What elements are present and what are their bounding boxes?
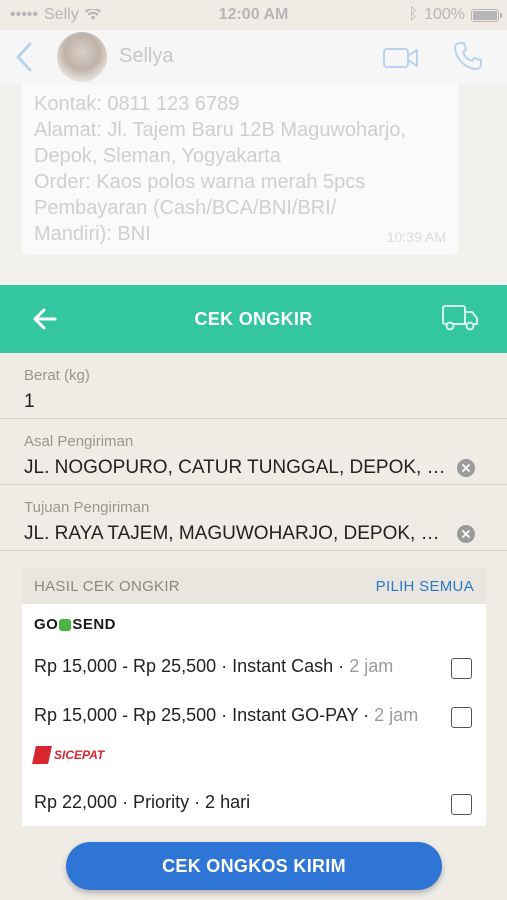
clear-origin-button[interactable] — [457, 459, 475, 477]
results-card: HASIL CEK ONGKIR PILIH SEMUA GO SEND Rp 1… — [22, 568, 486, 826]
option-checkbox[interactable] — [451, 794, 472, 815]
back-chevron-icon[interactable] — [12, 40, 36, 74]
toolbar-title: CEK ONGKIR — [194, 309, 313, 329]
bluetooth-icon: ᛒ — [408, 6, 419, 23]
status-bar: ••••• Selly 12:00 AM ᛒ 100% — [0, 0, 507, 30]
option-checkbox[interactable] — [451, 707, 472, 728]
truck-icon[interactable] — [441, 303, 479, 333]
select-all-link[interactable]: PILIH SEMUA — [376, 578, 474, 595]
close-icon — [462, 530, 470, 538]
message-bubble: Kontak: 0811 123 6789 Alamat: Jl. Tajem … — [22, 85, 458, 255]
cek-ongkos-kirim-button[interactable]: CEK ONGKOS KIRIM — [66, 842, 442, 890]
close-icon — [462, 464, 470, 472]
message-time: 10:39 AM — [386, 229, 446, 245]
phone-call-icon[interactable] — [452, 40, 484, 72]
message-line: Kontak: 0811 123 6789 — [34, 93, 240, 115]
message-line: Pembayaran (Cash/BCA/BNI/BRI/ — [34, 197, 337, 219]
results-title: HASIL CEK ONGKIR — [34, 577, 180, 595]
chat-area: Kontak: 0811 123 6789 Alamat: Jl. Tajem … — [0, 85, 507, 285]
battery-percent: 100% — [424, 6, 465, 23]
clear-destination-button[interactable] — [457, 525, 475, 543]
destination-field[interactable]: Tujuan Pengiriman JL. RAYA TAJEM, MAGUWO… — [0, 485, 507, 551]
shipping-option[interactable]: Rp 15,000 - Rp 25,500 · Instant Cash · 2… — [22, 642, 486, 691]
weight-field[interactable]: Berat (kg) 1 — [0, 353, 507, 419]
message-line: Depok, Sleman, Yogyakarta — [34, 145, 281, 167]
option-label: Rp 15,000 - Rp 25,500 · Instant GO-PAY ·… — [34, 705, 419, 725]
message-line: Alamat: Jl. Tajem Baru 12B Maguwoharjo, — [34, 119, 407, 141]
destination-input[interactable]: JL. RAYA TAJEM, MAGUWOHARJO, DEPOK, K... — [24, 523, 449, 545]
option-label: Rp 22,000 · Priority · 2 hari — [34, 792, 251, 812]
origin-label: Asal Pengiriman — [24, 433, 134, 450]
contact-name[interactable]: Sellya — [119, 45, 173, 68]
weight-label: Berat (kg) — [24, 367, 90, 384]
video-call-icon[interactable] — [383, 46, 419, 70]
sicepat-logo: SICEPAT — [32, 746, 104, 764]
shipping-form: Berat (kg) 1 Asal Pengiriman JL. NOGOPUR… — [0, 353, 507, 551]
message-line: Order: Kaos polos warna merah 5pcs — [34, 171, 366, 193]
origin-input[interactable]: JL. NOGOPURO, CATUR TUNGGAL, DEPOK, K... — [24, 457, 449, 479]
battery-icon — [471, 8, 502, 22]
option-checkbox[interactable] — [451, 658, 472, 679]
chat-header: Sellya — [0, 30, 507, 85]
shipping-option[interactable]: Rp 15,000 - Rp 25,500 · Instant GO-PAY ·… — [22, 691, 486, 740]
shipping-option[interactable]: Rp 22,000 · Priority · 2 hari — [22, 778, 486, 827]
cek-ongkir-toolbar: CEK ONGKIR — [0, 285, 507, 353]
origin-field[interactable]: Asal Pengiriman JL. NOGOPURO, CATUR TUNG… — [0, 419, 507, 485]
weight-input[interactable]: 1 — [24, 391, 449, 413]
option-label: Rp 15,000 - Rp 25,500 · Instant Cash · 2… — [34, 656, 394, 676]
gosend-provider: GO SEND — [22, 604, 486, 642]
gosend-logo: GO SEND — [34, 616, 117, 633]
sicepat-provider: SICEPAT — [22, 740, 486, 778]
destination-label: Tujuan Pengiriman — [24, 499, 150, 516]
avatar[interactable] — [57, 32, 107, 82]
message-line: Mandiri): BNI — [34, 223, 151, 245]
results-header: HASIL CEK ONGKIR PILIH SEMUA — [22, 568, 486, 604]
